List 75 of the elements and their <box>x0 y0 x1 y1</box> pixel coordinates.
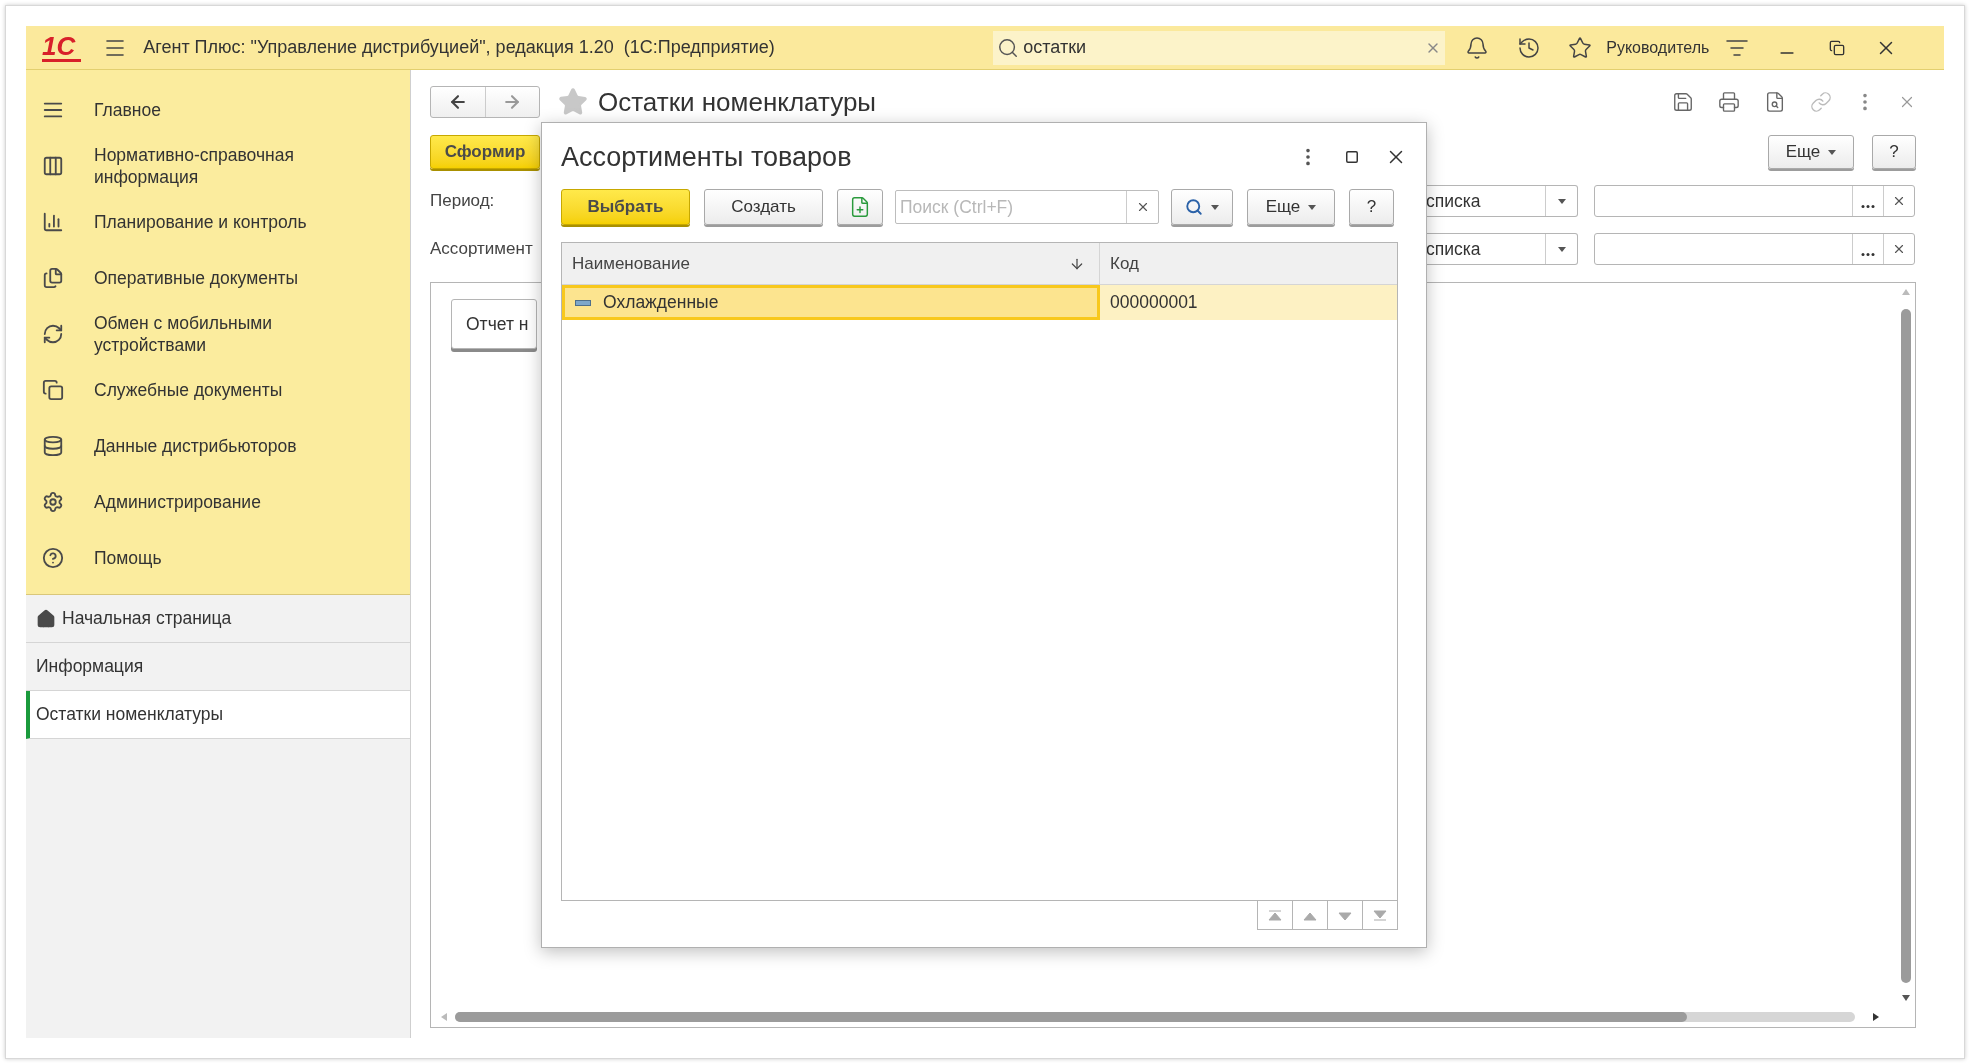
app-logo: 1С <box>42 33 82 62</box>
field-label: Ассортимент <box>430 238 533 261</box>
save-icon[interactable] <box>1672 91 1694 113</box>
dropdown-field[interactable]: списка <box>1426 233 1578 265</box>
help-icon <box>42 547 64 569</box>
print-icon[interactable] <box>1718 91 1740 113</box>
bell-icon[interactable] <box>1465 35 1490 60</box>
caret-icon <box>1308 204 1317 210</box>
search-icon <box>997 36 1020 59</box>
section-item[interactable]: Помощь <box>26 530 410 586</box>
copy-icon <box>42 379 64 401</box>
documents-icon <box>42 267 64 289</box>
item-icon <box>575 299 591 306</box>
down-arrow-icon <box>1338 909 1352 921</box>
caret-icon <box>1211 204 1219 210</box>
section-item[interactable]: Обмен с мобильными устройствами <box>26 306 410 362</box>
scroll-top-button[interactable] <box>1257 900 1293 930</box>
column-header[interactable]: Наименование <box>562 243 1100 284</box>
add-document-icon <box>849 196 871 218</box>
scroll-right-icon[interactable] <box>1873 1013 1879 1021</box>
search-field[interactable]: остатки <box>993 30 1446 65</box>
table-cell-text: 000000001 <box>1109 291 1199 315</box>
add-document-button[interactable] <box>837 189 883 225</box>
form-title: Остатки номенклатуры <box>598 85 877 119</box>
section-item[interactable]: Главное <box>26 82 410 138</box>
create-button[interactable]: Создать <box>704 189 823 225</box>
section-item[interactable]: Планирование и контроль <box>26 194 410 250</box>
search-button[interactable] <box>1171 189 1233 225</box>
columns-icon <box>42 155 64 177</box>
refresh-icon <box>42 323 64 345</box>
generate-button[interactable]: Сформир <box>430 135 540 169</box>
select-button[interactable]: Выбрать <box>561 189 690 225</box>
scroll-down-icon[interactable] <box>1902 995 1910 1001</box>
caret-icon <box>1828 149 1837 155</box>
restore-icon[interactable] <box>1829 39 1846 56</box>
down-arrow-icon <box>1373 909 1387 921</box>
database-icon <box>42 435 64 457</box>
input-field[interactable] <box>1594 185 1915 217</box>
section-item[interactable]: Данные дистрибьюторов <box>26 418 410 474</box>
search-field[interactable]: Поиск (Ctrl+F) <box>895 190 1159 224</box>
section-item[interactable]: Оперативные документы <box>26 250 410 306</box>
clear-icon[interactable] <box>1892 242 1906 256</box>
section-item[interactable]: Служебные документы <box>26 362 410 418</box>
table-row[interactable]: Охлажденные 000000001 <box>562 285 1397 320</box>
scroll-bottom-button[interactable] <box>1362 900 1398 930</box>
preview-icon[interactable] <box>1764 91 1786 113</box>
table-cell: Охлажденные <box>562 285 1100 320</box>
clear-icon[interactable] <box>1892 194 1906 208</box>
user-name[interactable]: Руководитель <box>1606 35 1710 60</box>
search-input[interactable]: Поиск (Ctrl+F) <box>896 193 1126 221</box>
section-item[interactable]: Нормативно-справочная информация <box>26 138 410 194</box>
help-button[interactable]: ? <box>1349 189 1394 225</box>
input-field[interactable] <box>1594 233 1915 265</box>
dropdown-field[interactable]: списка <box>1426 185 1578 217</box>
bar-chart-icon <box>42 211 64 233</box>
column-header[interactable]: Код <box>1100 243 1397 284</box>
dropdown-icon <box>1557 246 1566 252</box>
section-item[interactable]: Администрирование <box>26 474 410 530</box>
history-icon[interactable] <box>1517 35 1542 60</box>
more-button[interactable]: Еще <box>1247 189 1335 225</box>
search-input[interactable]: остатки <box>1023 34 1426 61</box>
help-button[interactable]: ? <box>1872 135 1916 169</box>
up-arrow-icon <box>1268 909 1282 921</box>
app-title: Агент Плюс: "Управление дистрибуцией", редакция 1.20 (1С:Предприятие) <box>143 36 776 59</box>
dropdown-icon <box>1557 198 1566 204</box>
open-window-tab[interactable]: Остатки номенклатуры <box>26 691 410 739</box>
maximize-icon[interactable] <box>1345 150 1359 164</box>
search-icon <box>1185 198 1203 216</box>
home-icon <box>36 608 56 629</box>
dialog-title: Ассортименты товаров <box>561 140 852 174</box>
star-icon[interactable] <box>1568 35 1593 60</box>
settings-icon <box>42 491 64 513</box>
report-button[interactable]: Отчет н <box>451 299 537 349</box>
more-button[interactable]: Еще <box>1768 135 1854 169</box>
field-label: Период: <box>430 190 495 213</box>
